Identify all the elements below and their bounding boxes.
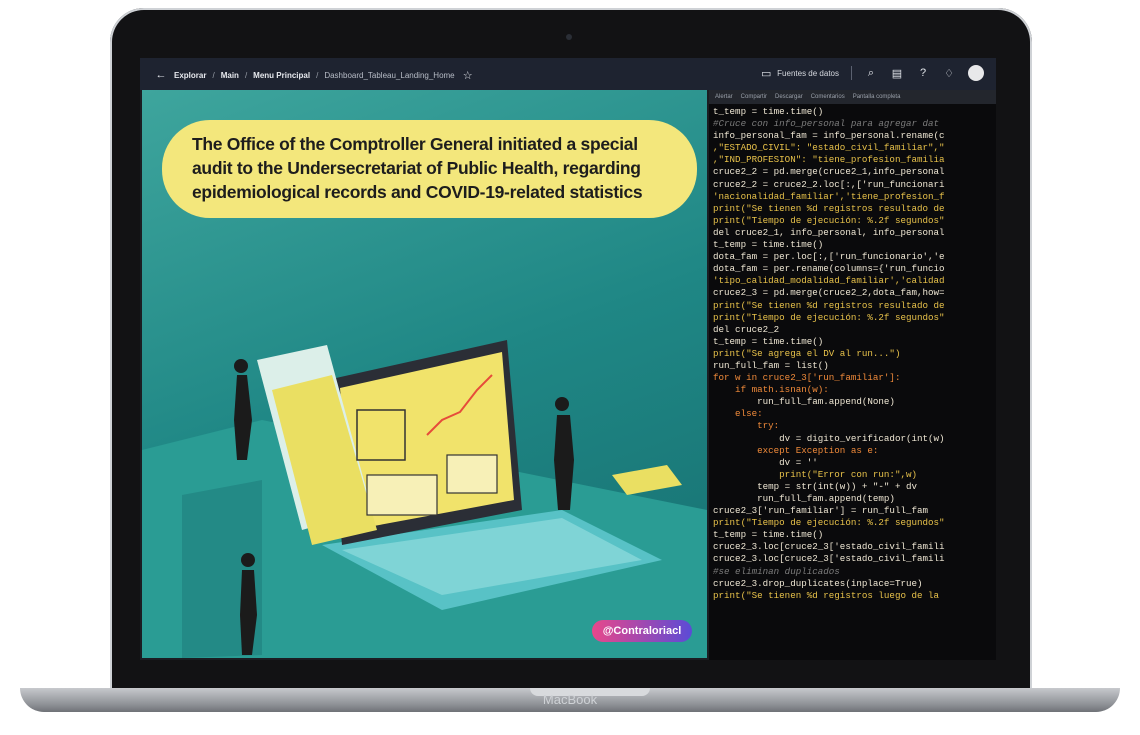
code-line: print("Se agrega el DV al run...") bbox=[713, 347, 901, 359]
yellow-box bbox=[612, 465, 682, 495]
toolbar-alertar[interactable]: Alertar bbox=[715, 94, 733, 100]
code-line: cruce2_2 = cruce2_2.loc[:,['run_funciona… bbox=[713, 178, 945, 190]
toolbar-compartir[interactable]: Compartir bbox=[741, 94, 767, 100]
code-line: print("Tiempo de ejecución: %.2f segundo… bbox=[713, 517, 945, 529]
code-line: run_full_fam.append(temp) bbox=[713, 493, 895, 504]
code-line: run_full_fam.append(None) bbox=[713, 396, 895, 408]
code-line: try: bbox=[713, 420, 780, 432]
code-line: del cruce2_1, info_personal, info_person… bbox=[713, 226, 945, 238]
bell-icon[interactable]: ♢ bbox=[942, 66, 956, 80]
person-head bbox=[241, 553, 255, 567]
code-line: print("Tiempo de ejecución: %.2f segundo… bbox=[713, 214, 945, 226]
code-line: temp = str(int(w)) + "-" + dv bbox=[713, 480, 917, 492]
code-line: 'tipo_calidad_modalidad_familiar','calid… bbox=[713, 275, 945, 287]
person-right bbox=[554, 415, 574, 510]
toolbar-descargar[interactable]: Descargar bbox=[775, 94, 803, 100]
code-line: #se eliminan duplicados bbox=[713, 565, 840, 577]
code-line: dv = digito_verificador(int(w) bbox=[713, 432, 945, 444]
notebook-toolbar: Alertar Compartir Descargar Comentarios … bbox=[709, 90, 996, 104]
code-line: cruce2_3.loc[cruce2_3['estado_civil_fami… bbox=[713, 541, 945, 553]
code-line: info_personal_fam = info_personal.rename… bbox=[713, 130, 945, 142]
search-icon[interactable]: ⌕ bbox=[864, 66, 878, 80]
code-panel: Alertar Compartir Descargar Comentarios … bbox=[709, 90, 996, 660]
code-lines: t_temp = time.time() #Cruce con info_pers… bbox=[709, 104, 996, 602]
poster-headline: The Office of the Comptroller General in… bbox=[192, 134, 643, 202]
code-line: 'nacionalidad_familiar','tiene_profesion… bbox=[713, 190, 945, 202]
code-line: dota_fam = per.loc[:,['run_funcionario',… bbox=[713, 251, 945, 263]
laptop-screen: ← Explorar / Main / Menu Principal / Das… bbox=[140, 58, 996, 660]
breadcrumb-separator: / bbox=[212, 70, 215, 80]
code-line: except Exception as e: bbox=[713, 444, 879, 456]
avatar[interactable] bbox=[968, 65, 984, 81]
code-line: print("Se tienen %d registros luego de l… bbox=[713, 589, 940, 601]
code-line: cruce2_3 = pd.merge(cruce2_2,dota_fam,ho… bbox=[713, 287, 945, 299]
data-sources-label: Fuentes de datos bbox=[777, 68, 839, 78]
code-line: #Cruce con info_personal para agregar da… bbox=[713, 118, 940, 130]
top-bar-actions: ▭ Fuentes de datos ⌕ ▤ ? ♢ bbox=[759, 65, 984, 81]
chart-panel-2 bbox=[366, 474, 438, 516]
code-line: t_temp = time.time() bbox=[713, 106, 824, 117]
browser-top-bar: ← Explorar / Main / Menu Principal / Das… bbox=[140, 58, 996, 90]
divider bbox=[851, 66, 852, 80]
toolbar-comentarios[interactable]: Comentarios bbox=[811, 94, 845, 100]
breadcrumb-item-menu-principal[interactable]: Menu Principal bbox=[253, 71, 310, 80]
code-line: t_temp = time.time() bbox=[713, 239, 824, 251]
code-line: cruce2_3.drop_duplicates(inplace=True) bbox=[713, 577, 923, 589]
breadcrumb: ← Explorar / Main / Menu Principal / Das… bbox=[154, 68, 475, 82]
breadcrumb-item-main[interactable]: Main bbox=[221, 71, 239, 80]
code-line: run_full_fam = list() bbox=[713, 359, 829, 371]
breadcrumb-separator: / bbox=[316, 70, 319, 80]
brand-label: MacBook bbox=[542, 692, 598, 707]
code-line: else: bbox=[713, 408, 763, 420]
code-line: dota_fam = per.rename(columns={'run_func… bbox=[713, 263, 945, 275]
code-line: cruce2_3.loc[cruce2_3['estado_civil_fami… bbox=[713, 553, 945, 565]
code-line: print("Tiempo de ejecución: %.2f segundo… bbox=[713, 311, 945, 323]
breadcrumb-separator: / bbox=[244, 70, 248, 80]
social-handle-badge: @Contraloriacl bbox=[592, 620, 692, 642]
audit-poster: The Office of the Comptroller General in… bbox=[142, 90, 707, 658]
help-icon[interactable]: ? bbox=[916, 66, 930, 80]
document-icon[interactable]: ▤ bbox=[890, 66, 904, 80]
code-line: print("Se tienen %d registros resultado … bbox=[713, 202, 945, 214]
chart-panel-3 bbox=[446, 454, 498, 494]
data-sources-button[interactable]: ▭ Fuentes de datos bbox=[759, 66, 839, 80]
code-line: del cruce2_2 bbox=[713, 323, 780, 335]
code-line: print("Error con run:",w) bbox=[713, 468, 917, 480]
code-line: for w in cruce2_3['run_familiar']: bbox=[713, 372, 901, 384]
code-line: t_temp = time.time() bbox=[713, 529, 824, 541]
code-line: ,"ESTADO_CIVIL": "estado_civil_familiar"… bbox=[713, 142, 945, 154]
code-line: ,"IND_PROFESION": "tiene_profesion_famil… bbox=[713, 154, 945, 166]
person-head bbox=[234, 359, 248, 373]
code-line: cruce2_2 = pd.merge(cruce2_1,info_person… bbox=[713, 166, 945, 178]
person-head bbox=[555, 397, 569, 411]
code-line: cruce2_3['run_familiar'] = run_full_fam bbox=[713, 505, 929, 517]
code-line: dv = '' bbox=[713, 456, 818, 468]
breadcrumb-item-dashboard[interactable]: Dashboard_Tableau_Landing_Home bbox=[324, 71, 454, 80]
database-icon: ▭ bbox=[760, 67, 772, 80]
toolbar-pantalla-completa[interactable]: Pantalla completa bbox=[853, 94, 901, 100]
webcam bbox=[566, 34, 572, 40]
star-icon[interactable]: ☆ bbox=[461, 68, 475, 82]
breadcrumb-item-explorar[interactable]: Explorar bbox=[174, 71, 206, 80]
code-line: t_temp = time.time() bbox=[713, 335, 824, 347]
back-arrow-icon[interactable]: ← bbox=[154, 68, 168, 82]
headline-pill: The Office of the Comptroller General in… bbox=[162, 120, 697, 218]
code-line: if math.isnan(w): bbox=[713, 384, 829, 396]
code-line: print("Se tienen %d registros resultado … bbox=[713, 299, 945, 311]
